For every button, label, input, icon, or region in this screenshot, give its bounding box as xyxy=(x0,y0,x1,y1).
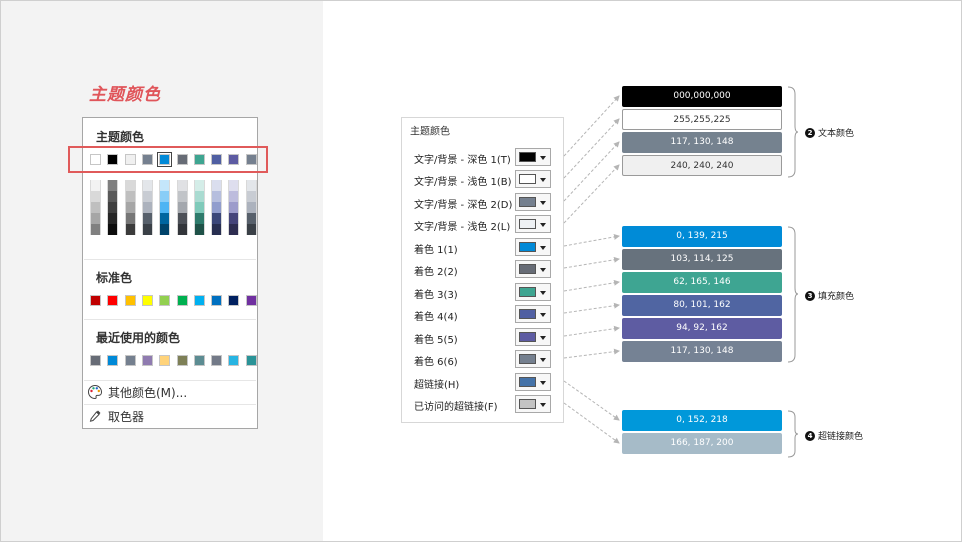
connector-line xyxy=(563,380,620,421)
connector-lines xyxy=(563,95,620,444)
rgb-value-box: 62, 165, 146 xyxy=(622,272,782,293)
connector-line xyxy=(563,233,620,247)
connector-line xyxy=(563,95,620,157)
rgb-value-box: 117, 130, 148 xyxy=(622,132,782,153)
group-link-label: 超链接颜色 xyxy=(818,432,864,442)
badge-4: 4 xyxy=(805,430,815,441)
rgb-value-box: 000,000,000 xyxy=(622,86,782,107)
group-label-link: 4 超链接颜色 xyxy=(805,429,863,442)
rgb-value-box: 166, 187, 200 xyxy=(622,433,782,454)
connector-line xyxy=(563,348,620,359)
rgb-value-box: 0, 152, 218 xyxy=(622,410,782,431)
rgb-value-box: 255,255,225 xyxy=(622,109,782,130)
group-text-label: 文本颜色 xyxy=(818,129,855,139)
brace-link-colors xyxy=(787,410,799,458)
badge-2: 2 xyxy=(805,127,815,138)
rgb-value-box: 240, 240, 240 xyxy=(622,155,782,176)
rgb-value-box: 94, 92, 162 xyxy=(622,318,782,339)
rgb-value-box: 0, 139, 215 xyxy=(622,226,782,247)
rgb-value-box: 80, 101, 162 xyxy=(622,295,782,316)
badge-3: 3 xyxy=(805,290,815,301)
rgb-value-box: 103, 114, 125 xyxy=(622,249,782,270)
connector-line xyxy=(563,256,620,269)
connector-line xyxy=(563,302,620,314)
connector-line xyxy=(563,325,620,337)
connector-line xyxy=(563,141,620,202)
brace-fill-colors xyxy=(787,226,799,363)
connector-line xyxy=(563,279,620,292)
group-label-fill: 3 填充颜色 xyxy=(805,289,854,302)
connector-line xyxy=(563,164,620,224)
connector-line xyxy=(563,118,620,179)
group-label-text: 2 文本颜色 xyxy=(805,126,854,139)
group-fill-label: 填充颜色 xyxy=(818,292,855,302)
connector-line xyxy=(563,402,620,444)
rgb-value-box: 117, 130, 148 xyxy=(622,341,782,362)
brace-text-colors xyxy=(787,86,799,178)
